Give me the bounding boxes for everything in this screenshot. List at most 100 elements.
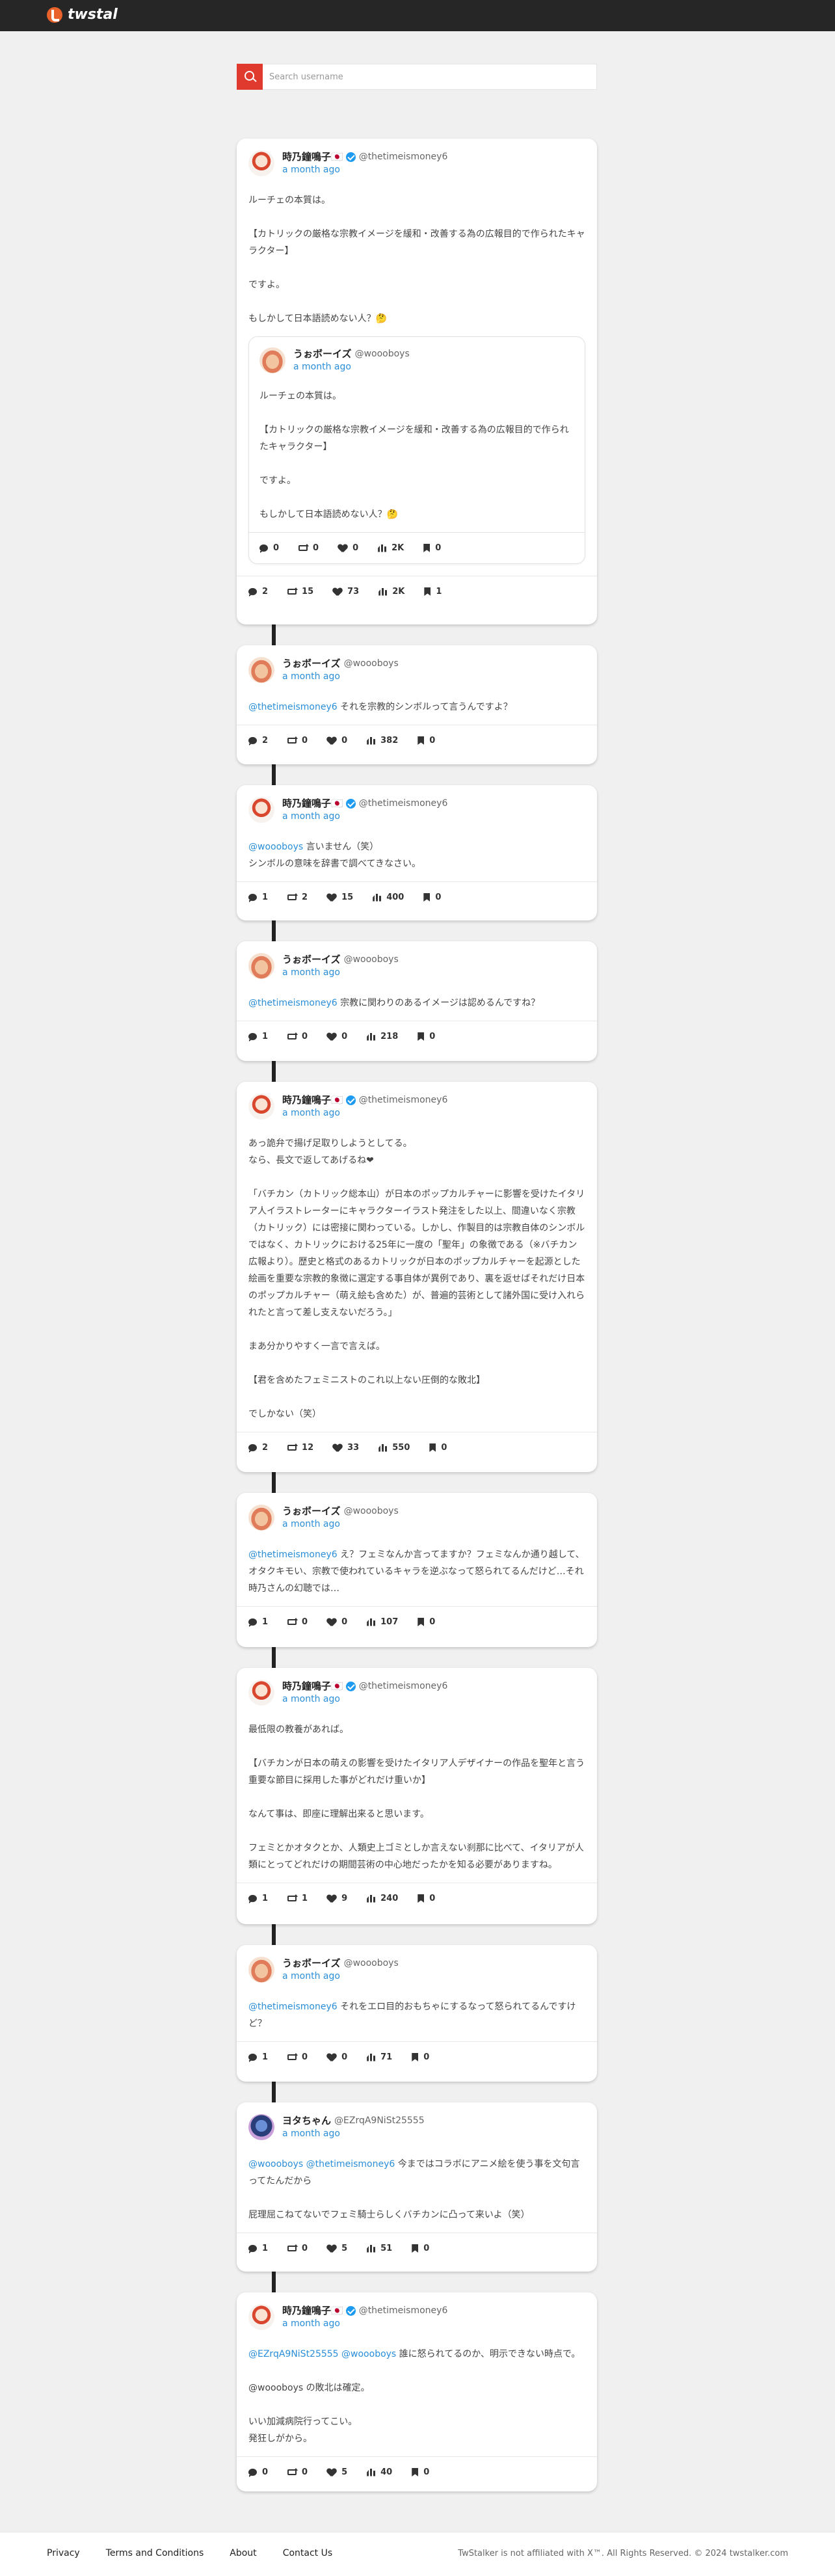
- tweet-time[interactable]: a month ago: [282, 1518, 399, 1531]
- user-handle[interactable]: @thetimeismoney6: [359, 1680, 448, 1693]
- mention-link[interactable]: @woooboys: [248, 842, 303, 852]
- view-count[interactable]: 400: [373, 892, 404, 902]
- display-name[interactable]: うぉボーイズ: [282, 657, 341, 670]
- mention-link[interactable]: @woooboys @thetimeismoney6: [248, 2159, 395, 2169]
- display-name[interactable]: 時乃鐘鳴子🇯🇵: [282, 797, 343, 810]
- view-count[interactable]: 382: [367, 736, 398, 745]
- reply-count[interactable]: 2: [248, 587, 268, 597]
- user-handle[interactable]: @thetimeismoney6: [359, 1093, 448, 1107]
- avatar[interactable]: [248, 1093, 274, 1120]
- user-handle[interactable]: @thetimeismoney6: [359, 797, 448, 810]
- tweet-time[interactable]: a month ago: [282, 2127, 425, 2140]
- tweet-time[interactable]: a month ago: [293, 360, 410, 373]
- view-count[interactable]: 40: [367, 2467, 392, 2477]
- tweet-time[interactable]: a month ago: [282, 1970, 399, 1983]
- view-count[interactable]: 71: [367, 2052, 392, 2062]
- reply-count[interactable]: 1: [248, 892, 268, 902]
- display-name[interactable]: 時乃鐘鳴子🇯🇵: [282, 1093, 343, 1107]
- bookmark-count[interactable]: 0: [412, 2244, 429, 2253]
- reply-count[interactable]: 2: [248, 1443, 268, 1453]
- retweet-count[interactable]: 2: [287, 892, 308, 902]
- quoted-tweet[interactable]: うぉボーイズ @woooboys a month ago ルーチェの本質は。 【…: [248, 336, 585, 564]
- retweet-count[interactable]: 12: [287, 1443, 313, 1453]
- like-count[interactable]: 5: [327, 2467, 347, 2477]
- mention-link[interactable]: @thetimeismoney6: [248, 702, 338, 712]
- tweet-time[interactable]: a month ago: [282, 1107, 447, 1120]
- like-count[interactable]: 0: [338, 543, 358, 553]
- avatar[interactable]: [248, 953, 274, 979]
- site-logo[interactable]: twstal: [47, 7, 118, 23]
- search-input[interactable]: [263, 64, 596, 89]
- bookmark-count[interactable]: 0: [423, 892, 441, 902]
- user-handle[interactable]: @EZrqA9NiSt25555: [334, 2114, 425, 2127]
- privacy-link[interactable]: Privacy: [47, 2548, 80, 2558]
- display-name[interactable]: うぉボーイズ: [282, 1505, 341, 1518]
- reply-count[interactable]: 0: [248, 2467, 268, 2477]
- tweet-time[interactable]: a month ago: [282, 163, 447, 176]
- contact-link[interactable]: Contact Us: [283, 2548, 332, 2558]
- retweet-count[interactable]: 0: [298, 543, 319, 553]
- view-count[interactable]: 107: [367, 1617, 398, 1627]
- retweet-count[interactable]: 0: [287, 1032, 308, 1041]
- like-count[interactable]: 0: [327, 736, 347, 745]
- like-count[interactable]: 73: [333, 587, 359, 597]
- user-handle[interactable]: @thetimeismoney6: [359, 150, 448, 163]
- mention-link[interactable]: @thetimeismoney6: [248, 998, 338, 1008]
- like-count[interactable]: 0: [327, 2052, 347, 2062]
- retweet-count[interactable]: 0: [287, 2467, 308, 2477]
- mention-link[interactable]: @thetimeismoney6: [248, 2002, 338, 2012]
- bookmark-count[interactable]: 0: [412, 2052, 429, 2062]
- bookmark-count[interactable]: 0: [418, 736, 435, 745]
- view-count[interactable]: 218: [367, 1032, 398, 1041]
- user-handle[interactable]: @woooboys: [355, 347, 410, 360]
- bookmark-count[interactable]: 0: [418, 1032, 435, 1041]
- bookmark-count[interactable]: 0: [429, 1443, 447, 1453]
- about-link[interactable]: About: [230, 2548, 256, 2558]
- bookmark-count[interactable]: 0: [418, 1894, 435, 1903]
- display-name[interactable]: ヨタちゃん: [282, 2114, 331, 2127]
- retweet-count[interactable]: 0: [287, 736, 308, 745]
- avatar[interactable]: [248, 150, 274, 176]
- bookmark-count[interactable]: 0: [412, 2467, 429, 2477]
- user-handle[interactable]: @woooboys: [344, 657, 399, 670]
- avatar[interactable]: [248, 1505, 274, 1531]
- like-count[interactable]: 15: [327, 892, 353, 902]
- avatar[interactable]: [248, 2304, 274, 2330]
- like-count[interactable]: 0: [327, 1617, 347, 1627]
- retweet-count[interactable]: 15: [287, 587, 313, 597]
- display-name[interactable]: 時乃鐘鳴子🇯🇵: [282, 150, 343, 163]
- display-name[interactable]: うぉボーイズ: [293, 347, 352, 360]
- avatar[interactable]: [248, 797, 274, 823]
- tweet-time[interactable]: a month ago: [282, 670, 399, 683]
- like-count[interactable]: 9: [327, 1894, 347, 1903]
- view-count[interactable]: 51: [367, 2244, 392, 2253]
- avatar[interactable]: [248, 1680, 274, 1706]
- reply-count[interactable]: 1: [248, 1894, 268, 1903]
- like-count[interactable]: 0: [327, 1032, 347, 1041]
- retweet-count[interactable]: 0: [287, 2244, 308, 2253]
- terms-link[interactable]: Terms and Conditions: [106, 2548, 204, 2558]
- display-name[interactable]: 時乃鐘鳴子🇯🇵: [282, 2304, 343, 2317]
- view-count[interactable]: 240: [367, 1894, 398, 1903]
- mention-link[interactable]: @EZrqA9NiSt25555 @woooboys: [248, 2349, 396, 2359]
- avatar[interactable]: [259, 347, 285, 373]
- mention-link[interactable]: @thetimeismoney6: [248, 1550, 338, 1560]
- avatar[interactable]: [248, 2114, 274, 2140]
- user-handle[interactable]: @woooboys: [344, 1505, 399, 1518]
- retweet-count[interactable]: 1: [287, 1894, 308, 1903]
- view-count[interactable]: 2K: [378, 587, 404, 597]
- bookmark-count[interactable]: 0: [423, 543, 441, 553]
- user-handle[interactable]: @woooboys: [344, 1957, 399, 1970]
- user-handle[interactable]: @woooboys: [344, 953, 399, 966]
- reply-count[interactable]: 1: [248, 1617, 268, 1627]
- view-count[interactable]: 550: [378, 1443, 410, 1453]
- like-count[interactable]: 33: [333, 1443, 359, 1453]
- tweet-time[interactable]: a month ago: [282, 1693, 447, 1706]
- reply-count[interactable]: 2: [248, 736, 268, 745]
- reply-count[interactable]: 1: [248, 2052, 268, 2062]
- display-name[interactable]: 時乃鐘鳴子🇯🇵: [282, 1680, 343, 1693]
- reply-count[interactable]: 1: [248, 1032, 268, 1041]
- retweet-count[interactable]: 0: [287, 2052, 308, 2062]
- retweet-count[interactable]: 0: [287, 1617, 308, 1627]
- bookmark-count[interactable]: 0: [418, 1617, 435, 1627]
